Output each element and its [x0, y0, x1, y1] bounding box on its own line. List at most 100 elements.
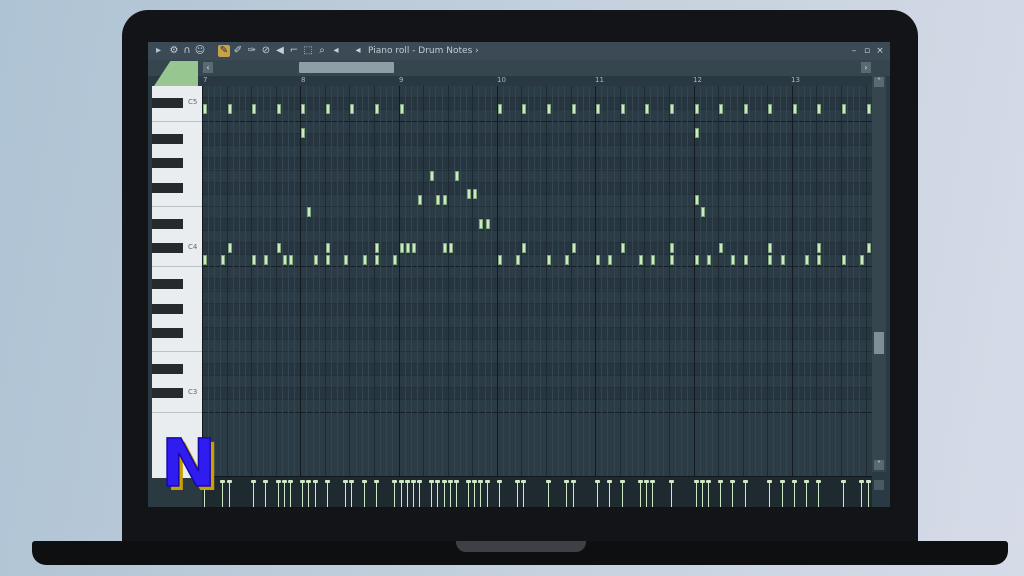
- drum-note[interactable]: [805, 255, 809, 266]
- velocity-handle[interactable]: [374, 480, 379, 483]
- velocity-stem[interactable]: [315, 483, 316, 507]
- speaker-icon[interactable]: ◂: [352, 45, 364, 57]
- scroll-down-button[interactable]: ˅: [874, 460, 884, 470]
- drum-note[interactable]: [375, 243, 379, 254]
- drum-note[interactable]: [651, 255, 655, 266]
- velocity-handle[interactable]: [767, 480, 772, 483]
- velocity-stem[interactable]: [732, 483, 733, 507]
- velocity-handle[interactable]: [411, 480, 416, 483]
- drum-note[interactable]: [572, 104, 576, 114]
- velocity-stem[interactable]: [652, 483, 653, 507]
- velocity-stem[interactable]: [345, 483, 346, 507]
- velocity-handle[interactable]: [694, 480, 699, 483]
- velocity-handle[interactable]: [571, 480, 576, 483]
- velocity-handle[interactable]: [595, 480, 600, 483]
- drum-note[interactable]: [842, 104, 846, 114]
- velocity-stem[interactable]: [523, 483, 524, 507]
- scroll-left-button[interactable]: ‹: [203, 62, 213, 73]
- drum-note[interactable]: [516, 255, 520, 266]
- drum-note[interactable]: [228, 243, 232, 254]
- drum-note[interactable]: [867, 243, 871, 254]
- velocity-stem[interactable]: [456, 483, 457, 507]
- velocity-stem[interactable]: [548, 483, 549, 507]
- drum-note[interactable]: [479, 218, 483, 229]
- velocity-stem[interactable]: [450, 483, 451, 507]
- velocity-stem[interactable]: [745, 483, 746, 507]
- vertical-scrollbar[interactable]: ˄ ˅: [872, 76, 886, 472]
- paint-icon[interactable]: ✐: [232, 45, 244, 57]
- drum-note[interactable]: [768, 104, 772, 114]
- drum-note[interactable]: [498, 255, 502, 266]
- drum-note[interactable]: [768, 255, 772, 266]
- drum-note[interactable]: [781, 255, 785, 266]
- black-key[interactable]: [152, 134, 183, 145]
- drum-note[interactable]: [793, 104, 797, 114]
- drum-note[interactable]: [344, 255, 348, 266]
- velocity-handle[interactable]: [282, 480, 287, 483]
- black-key[interactable]: [152, 97, 183, 108]
- velocity-stem[interactable]: [327, 483, 328, 507]
- drum-note[interactable]: [860, 255, 864, 266]
- drum-note[interactable]: [326, 255, 330, 266]
- drum-note[interactable]: [228, 104, 232, 114]
- drum-note[interactable]: [695, 194, 699, 205]
- velocity-stem[interactable]: [782, 483, 783, 507]
- velocity-stem[interactable]: [468, 483, 469, 507]
- velocity-handle[interactable]: [472, 480, 477, 483]
- scroll-right-button[interactable]: ›: [861, 62, 871, 73]
- drum-note[interactable]: [719, 243, 723, 254]
- drum-note[interactable]: [443, 243, 447, 254]
- select-icon[interactable]: ⬚: [302, 45, 314, 57]
- velocity-stem[interactable]: [696, 483, 697, 507]
- drum-note[interactable]: [283, 255, 287, 266]
- vertical-scroll-thumb[interactable]: [874, 332, 884, 354]
- velocity-stem[interactable]: [480, 483, 481, 507]
- velocity-handle[interactable]: [718, 480, 723, 483]
- velocity-handle[interactable]: [866, 480, 871, 483]
- black-key[interactable]: [152, 303, 183, 314]
- velocity-handle[interactable]: [497, 480, 502, 483]
- drum-note[interactable]: [436, 194, 440, 205]
- maximize-button[interactable]: ▫: [861, 44, 873, 58]
- drum-note[interactable]: [842, 255, 846, 266]
- drum-note[interactable]: [277, 104, 281, 114]
- menu-arrow-icon[interactable]: ▸: [156, 44, 161, 58]
- drum-note[interactable]: [289, 255, 293, 266]
- velocity-stem[interactable]: [351, 483, 352, 507]
- velocity-stem[interactable]: [573, 483, 574, 507]
- velocity-stem[interactable]: [769, 483, 770, 507]
- drum-note[interactable]: [522, 104, 526, 114]
- velocity-stem[interactable]: [708, 483, 709, 507]
- velocity-handle[interactable]: [392, 480, 397, 483]
- mute-icon[interactable]: ◀: [274, 45, 286, 57]
- velocity-handle[interactable]: [429, 480, 434, 483]
- piano-roll-corner-tab[interactable]: [152, 61, 198, 89]
- drum-note[interactable]: [326, 104, 330, 114]
- drum-note[interactable]: [817, 104, 821, 114]
- zoom-icon[interactable]: ⌕: [316, 45, 328, 57]
- drum-note[interactable]: [443, 194, 447, 205]
- drum-note[interactable]: [768, 243, 772, 254]
- drum-note[interactable]: [221, 255, 225, 266]
- drum-note[interactable]: [418, 194, 422, 205]
- velocity-handle[interactable]: [466, 480, 471, 483]
- drum-note[interactable]: [596, 104, 600, 114]
- black-key[interactable]: [152, 243, 183, 254]
- drum-note[interactable]: [695, 128, 699, 139]
- velocity-stem[interactable]: [646, 483, 647, 507]
- velocity-stem[interactable]: [308, 483, 309, 507]
- drum-note[interactable]: [731, 255, 735, 266]
- drum-note[interactable]: [486, 218, 490, 229]
- drum-note[interactable]: [252, 255, 256, 266]
- drum-note[interactable]: [695, 104, 699, 114]
- velocity-handle[interactable]: [454, 480, 459, 483]
- drum-note[interactable]: [565, 255, 569, 266]
- drum-note[interactable]: [701, 206, 705, 217]
- velocity-stem[interactable]: [474, 483, 475, 507]
- velocity-handle[interactable]: [841, 480, 846, 483]
- velocity-handle[interactable]: [417, 480, 422, 483]
- velocity-stem[interactable]: [376, 483, 377, 507]
- velocity-handle[interactable]: [300, 480, 305, 483]
- velocity-stem[interactable]: [407, 483, 408, 507]
- drum-note[interactable]: [393, 255, 397, 266]
